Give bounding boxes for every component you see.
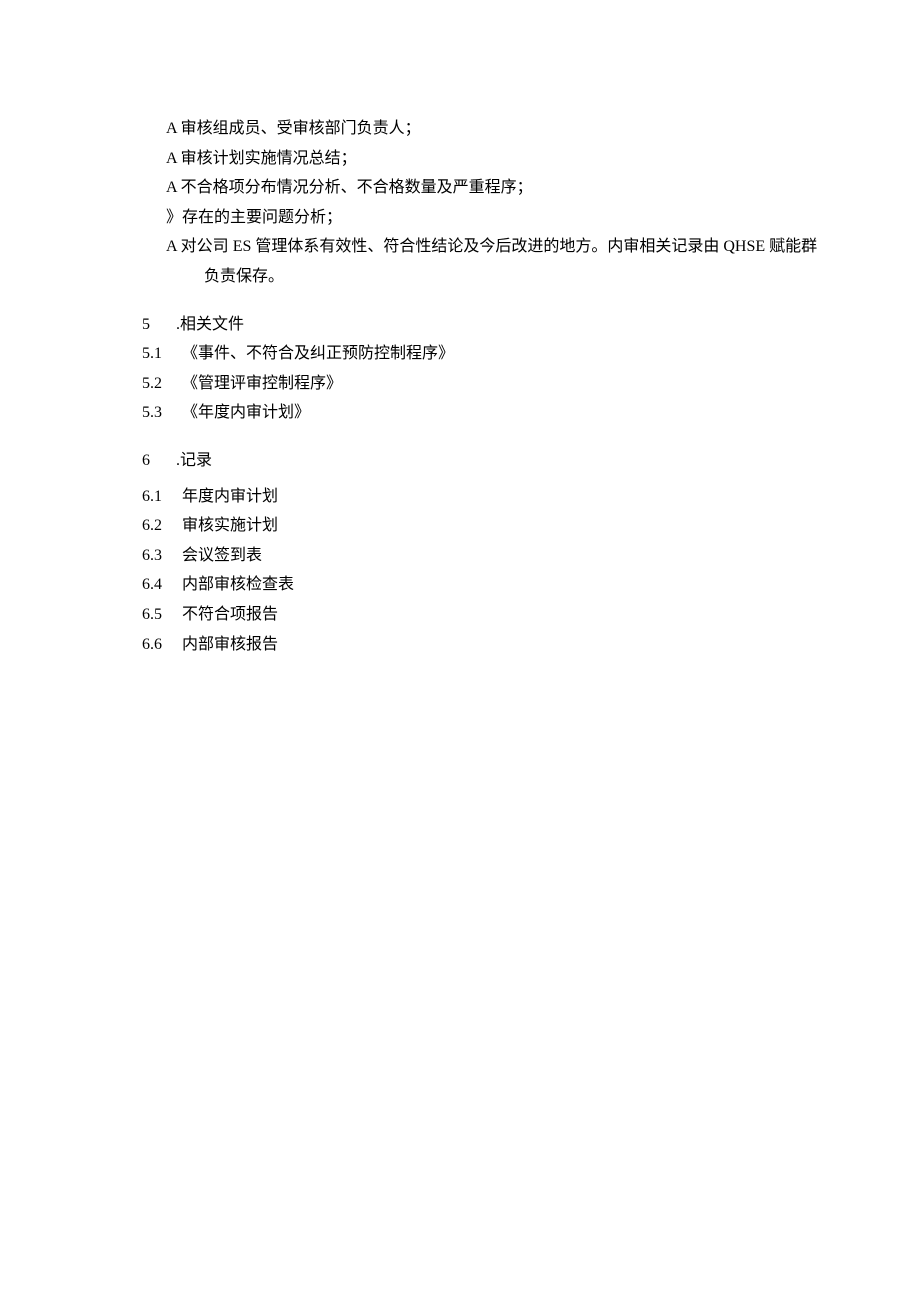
bullet-marker: A [166,150,181,167]
subsection-item: 5.2 《管理评审控制程序》 [142,369,820,399]
subsection-item: 6.4 内部审核检查表 [142,570,820,600]
bullet-text: 审核组成员、受审核部门负责人； [181,120,421,137]
section-number: 6 [142,446,176,476]
section-number: 5 [142,310,176,340]
bullet-text-latin: ES [233,238,256,255]
bullet-text-latin: QHSE [723,238,769,255]
subsection-number: 6.5 [142,600,182,630]
subsection-number: 5.1 [142,339,182,369]
subsection-item: 6.3 会议签到表 [142,541,820,571]
subsection-text: 内部审核检查表 [182,570,294,600]
subsection-text: 《年度内审计划》 [182,398,310,428]
subsection-number: 6.2 [142,511,182,541]
bullet-text: 不合格项分布情况分析、不合格数量及严重程序； [181,179,533,196]
subsection-number: 6.1 [142,482,182,512]
bullet-line: A 审核组成员、受审核部门负责人； [142,114,820,144]
section-title: 记录 [180,446,212,476]
subsection-number: 6.3 [142,541,182,571]
subsection-item: 6.1 年度内审计划 [142,482,820,512]
subsection-text: 《事件、不符合及纠正预防控制程序》 [182,339,454,369]
subsection-item: 5.3 《年度内审计划》 [142,398,820,428]
subsection-item: 6.5 不符合项报告 [142,600,820,630]
bullet-line: A 对公司 ES 管理体系有效性、符合性结论及今后改进的地方。内审相关记录由 Q… [142,232,820,291]
bullet-text: 审核计划实施情况总结； [181,150,357,167]
bullet-text-part: 对公司 [181,238,233,255]
bullet-marker: 》 [166,209,182,226]
section-6-header: 6 .记录 [142,446,820,476]
section-title: 相关文件 [180,310,244,340]
subsection-text: 不符合项报告 [182,600,278,630]
bullet-line: A 不合格项分布情况分析、不合格数量及严重程序； [142,173,820,203]
subsection-text: 审核实施计划 [182,511,278,541]
subsection-number: 6.6 [142,630,182,660]
subsection-text: 内部审核报告 [182,630,278,660]
subsection-item: 6.2 审核实施计划 [142,511,820,541]
subsection-item: 6.6 内部审核报告 [142,630,820,660]
subsection-item: 5.1 《事件、不符合及纠正预防控制程序》 [142,339,820,369]
bullet-marker: A [166,179,181,196]
subsection-text: 《管理评审控制程序》 [182,369,342,399]
subsection-number: 5.3 [142,398,182,428]
subsection-text: 会议签到表 [182,541,262,571]
bullet-text-part: 管理体系有效性、符合性结论及今后改进的地方。内审相关记录由 [255,238,723,255]
section-5-header: 5 .相关文件 [142,310,820,340]
subsection-number: 5.2 [142,369,182,399]
bullet-line: A 审核计划实施情况总结； [142,144,820,174]
bullet-marker: A [166,120,181,137]
subsection-number: 6.4 [142,570,182,600]
bullet-marker: A [166,238,181,255]
subsection-text: 年度内审计划 [182,482,278,512]
bullet-text: 存在的主要问题分析； [182,209,342,226]
bullet-line: 》存在的主要问题分析； [142,203,820,233]
